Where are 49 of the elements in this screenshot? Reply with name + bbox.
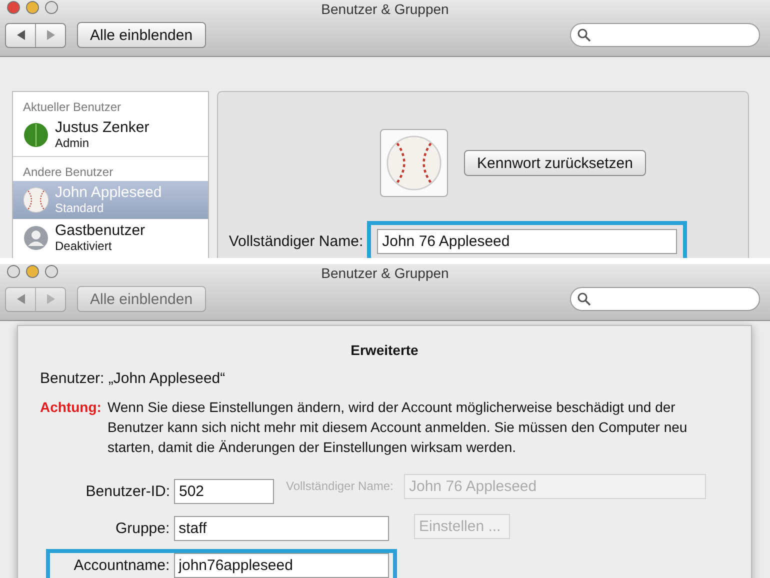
full-name-label: Vollständiger Name: (286, 479, 394, 493)
baseball-avatar-icon (23, 187, 49, 213)
text-field[interactable]: john76appleseed (174, 553, 389, 578)
user-role: Standard (55, 201, 105, 215)
field-label: Gruppe: (114, 520, 170, 537)
close-button[interactable] (7, 265, 20, 278)
show-all-button[interactable]: Alle einblenden (77, 286, 206, 312)
leaf-avatar-icon (23, 122, 49, 148)
show-all-button[interactable]: Alle einblenden (77, 22, 206, 48)
field-label: Accountname: (72, 557, 170, 574)
warning-label: Achtung: (40, 398, 102, 417)
minimize-button[interactable] (26, 1, 39, 14)
search-field[interactable] (570, 23, 760, 47)
search-icon (577, 28, 591, 42)
minimize-button[interactable] (26, 265, 39, 278)
search-field[interactable] (570, 287, 760, 311)
user-name: Justus Zenker (55, 120, 150, 136)
warning-text: Wenn Sie diese Einstellungen ändern, wird der Account möglicherweise beschädigt und der Benutzer kann sich nicht mehr mit diesem Account anmelden. Sie müssen den Computer neu starten, damit die Änderungen der Einstellungen wirksam werden. (107, 398, 688, 457)
person-silhouette-icon (23, 225, 49, 251)
forward-arrow-icon (46, 294, 54, 304)
user-name: Gastbenutzer (55, 223, 146, 239)
close-button[interactable] (7, 1, 20, 14)
user-picture[interactable] (380, 129, 448, 197)
field-label: Benutzer-ID: (84, 483, 170, 500)
window-title: Benutzer & Gruppen (321, 0, 449, 18)
window-title: Benutzer & Gruppen (321, 264, 449, 282)
back-arrow-icon (16, 30, 24, 40)
search-icon (577, 292, 591, 306)
user-name: John Appleseed (55, 185, 162, 201)
full-name-field[interactable]: John 76 Appleseed (377, 229, 678, 254)
user-list-item[interactable]: Gastbenutzer Deaktiviert (13, 219, 208, 257)
text-field[interactable]: 502 (174, 479, 274, 504)
section-header: Andere Benutzer (23, 165, 114, 179)
full-name-field: John 76 Appleseed (404, 474, 706, 499)
user-role: Deaktiviert (55, 239, 113, 253)
back-forward-control[interactable] (5, 22, 66, 48)
sheet-title: Erweiterte (350, 342, 418, 358)
user-role: Admin (55, 136, 90, 150)
full-name-label: Vollständiger Name: (228, 233, 364, 250)
zoom-button[interactable] (45, 265, 58, 278)
back-arrow-icon (16, 294, 24, 304)
reset-password-button[interactable]: Kennwort zurücksetzen (464, 150, 646, 176)
forward-arrow-icon (46, 30, 54, 40)
zoom-button[interactable] (45, 1, 58, 14)
user-list-item[interactable]: Justus Zenker Admin (13, 116, 208, 154)
baseball-icon (386, 135, 442, 191)
user-line: Benutzer: „John Appleseed“ (40, 370, 226, 387)
section-header: Aktueller Benutzer (23, 100, 122, 114)
text-field[interactable]: staff (174, 516, 389, 541)
